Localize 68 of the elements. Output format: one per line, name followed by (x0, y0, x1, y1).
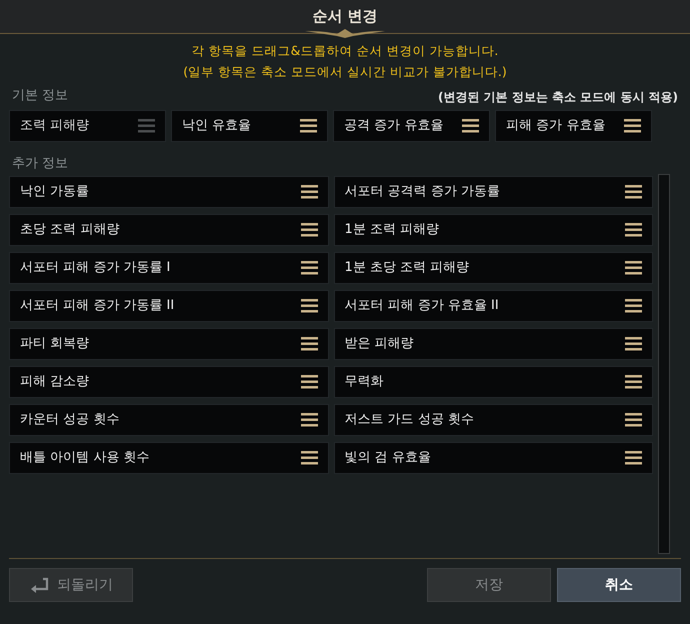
list-item[interactable]: 빛의 검 유효율 (334, 442, 653, 474)
item-label: 서포터 피해 증가 가동률 I (20, 259, 170, 278)
drag-handle-icon[interactable] (625, 299, 642, 313)
notice-text: 각 항목을 드래그&드롭하여 순서 변경이 가능합니다. (192, 42, 498, 60)
drag-handle-icon[interactable] (300, 451, 318, 465)
list-item[interactable]: 공격 증가 유효율 (333, 110, 490, 142)
item-label: 무력화 (344, 373, 384, 392)
drag-handle-icon[interactable] (624, 118, 641, 132)
list-item[interactable]: 낙인 가동률 (9, 176, 328, 208)
section-label: 추가 정보 (11, 154, 70, 172)
list-item[interactable]: 파티 회복량 (9, 328, 328, 360)
note-text: (변경된 기본 정보는 축소 모드에 동시 적용) (438, 88, 678, 106)
item-label: 저스트 가드 성공 횟수 (344, 411, 474, 430)
drag-handle-icon[interactable] (300, 413, 318, 427)
list-item[interactable]: 저스트 가드 성공 횟수 (334, 404, 653, 436)
drag-handle-icon[interactable] (300, 118, 317, 132)
drag-handle-icon[interactable] (462, 118, 479, 132)
undo-icon (29, 577, 49, 593)
drag-handle-icon[interactable] (300, 299, 318, 313)
list-item[interactable]: 배틀 아이템 사용 횟수 (9, 442, 328, 474)
drag-handle-icon[interactable] (300, 337, 318, 351)
item-label: 낙인 가동률 (20, 183, 90, 202)
scrollbar-track[interactable] (658, 174, 670, 554)
item-label: 빛의 검 유효율 (344, 449, 431, 468)
item-label: 서포터 피해 증가 유효율 II (344, 297, 499, 316)
list-item[interactable]: 피해 감소량 (9, 366, 328, 398)
list-item[interactable]: 피해 증가 유효율 (495, 110, 652, 142)
drag-handle-icon[interactable] (300, 375, 318, 389)
item-label: 배틀 아이템 사용 횟수 (20, 449, 150, 468)
drag-handle-icon[interactable] (625, 413, 642, 427)
list-item[interactable]: 서포터 피해 증가 유효율 II (334, 290, 653, 322)
list-item[interactable]: 1분 조력 피해량 (334, 214, 653, 246)
item-label: 공격 증가 유효율 (344, 116, 444, 135)
list-item[interactable]: 서포터 공격력 증가 가동률 (334, 176, 653, 208)
ornament-icon (305, 28, 385, 38)
list-item[interactable]: 서포터 피해 증가 가동률 II (9, 290, 328, 322)
list-item[interactable]: 서포터 피해 증가 가동률 I (9, 252, 328, 284)
cancel-button[interactable]: 취소 (557, 568, 681, 602)
item-label: 받은 피해량 (344, 335, 414, 354)
notice-text: (일부 항목은 축소 모드에서 실시간 비교가 불가합니다.) (183, 63, 507, 81)
item-label: 1분 초당 조력 피해량 (344, 259, 470, 278)
drag-handle-icon[interactable] (625, 185, 642, 199)
list-item[interactable]: 받은 피해량 (334, 328, 653, 360)
item-label: 조력 피해량 (20, 116, 90, 135)
drag-handle-icon[interactable] (625, 375, 642, 389)
item-label: 1분 조력 피해량 (344, 221, 440, 240)
drag-handle-icon[interactable] (300, 261, 318, 275)
item-label: 서포터 피해 증가 가동률 II (20, 297, 174, 316)
item-label: 피해 증가 유효율 (506, 116, 606, 135)
drag-handle-icon[interactable] (625, 261, 642, 275)
item-label: 카운터 성공 횟수 (20, 411, 120, 430)
item-label: 초당 조력 피해량 (20, 221, 120, 240)
list-item[interactable]: 카운터 성공 횟수 (9, 404, 328, 436)
list-item[interactable]: 낙인 유효율 (171, 110, 328, 142)
drag-handle-icon[interactable] (625, 451, 642, 465)
item-label: 피해 감소량 (20, 373, 90, 392)
window-title: 순서 변경 (312, 6, 378, 28)
item-label: 파티 회복량 (20, 335, 90, 354)
list-item[interactable]: 무력화 (334, 366, 653, 398)
list-item[interactable]: 초당 조력 피해량 (9, 214, 328, 246)
drag-handle-icon[interactable] (625, 337, 642, 351)
drag-handle-icon[interactable] (300, 185, 318, 199)
list-item[interactable]: 1분 초당 조력 피해량 (334, 252, 653, 284)
section-label: 기본 정보 (12, 87, 68, 105)
drag-handle-icon[interactable] (625, 223, 642, 237)
item-label: 낙인 유효율 (182, 116, 252, 135)
drag-handle-icon[interactable] (300, 223, 318, 237)
item-label: 서포터 공격력 증가 가동률 (344, 183, 500, 202)
